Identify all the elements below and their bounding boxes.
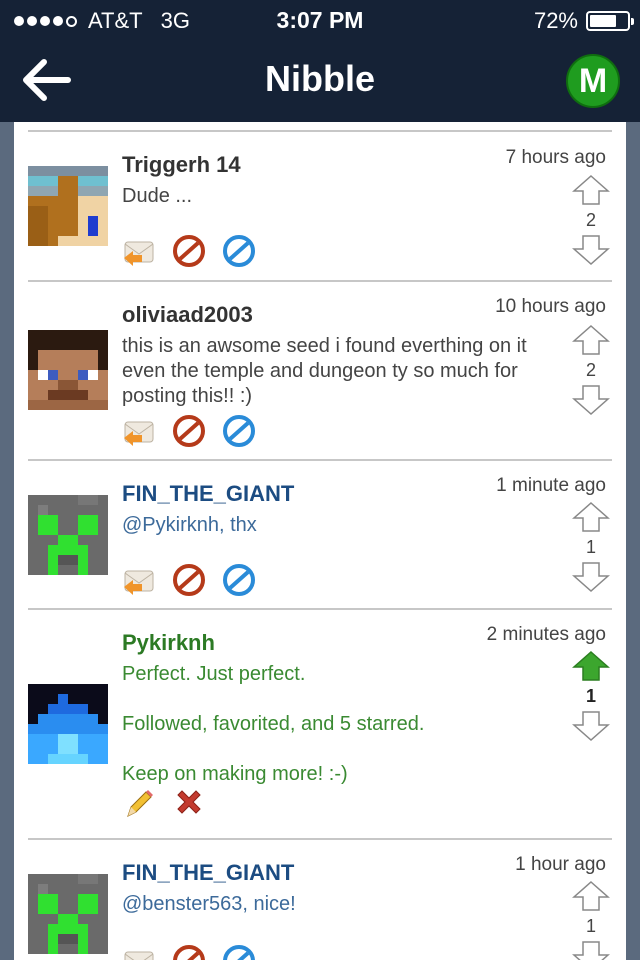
comment-text: Perfect. Just perfect. Followed, favorit…: [122, 663, 425, 785]
comment-username[interactable]: Pykirknh: [122, 630, 215, 656]
block-icon[interactable]: [172, 563, 206, 597]
comment-actions: [122, 234, 272, 268]
vote-count: 1: [585, 537, 596, 557]
comment-actions: [122, 786, 222, 820]
report-icon[interactable]: [222, 944, 256, 960]
comment-timestamp: 7 hours ago: [505, 147, 606, 168]
comment-username[interactable]: oliviaad2003: [122, 302, 253, 328]
vote-control: 2: [570, 174, 612, 266]
block-icon[interactable]: [172, 234, 206, 268]
downvote-arrow-icon[interactable]: [572, 561, 610, 593]
downvote-arrow-icon[interactable]: [572, 384, 610, 416]
comment-username[interactable]: FIN_THE_GIANT: [122, 481, 294, 507]
comment-item: Triggerh 14 7 hours ago Dude ... 2: [14, 132, 626, 282]
comments-list: Triggerh 14 7 hours ago Dude ... 2 olivi…: [14, 122, 626, 960]
comment-username[interactable]: Triggerh 14: [122, 152, 241, 178]
vote-count: 1: [585, 686, 596, 706]
avatar: [28, 166, 108, 246]
page-title: Nibble: [264, 58, 375, 99]
report-icon[interactable]: [222, 414, 256, 448]
comment-item: Pykirknh 2 minutes ago Perfect. Just per…: [14, 610, 626, 838]
report-icon[interactable]: [222, 563, 256, 597]
comment-item: FIN_THE_GIANT 1 hour ago @benster563, ni…: [14, 840, 626, 960]
comment-timestamp: 10 hours ago: [495, 296, 606, 317]
upvote-arrow-icon[interactable]: [572, 324, 610, 356]
upvote-arrow-icon[interactable]: [572, 501, 610, 533]
comment-text: this is an awsome seed i found everthing…: [122, 335, 527, 407]
comment-timestamp: 1 hour ago: [515, 854, 606, 875]
block-icon[interactable]: [172, 944, 206, 960]
reply-icon[interactable]: [122, 944, 156, 960]
vote-control: 2: [570, 324, 612, 416]
comment-text: @benster563, nice!: [122, 893, 296, 915]
top-bar: AT&T 3G 3:07 PM 72% Nibble M: [0, 0, 640, 122]
report-icon[interactable]: [222, 234, 256, 268]
reply-icon[interactable]: [122, 414, 156, 448]
delete-icon[interactable]: [172, 786, 206, 820]
menu-button[interactable]: M: [566, 54, 620, 108]
reply-icon[interactable]: [122, 563, 156, 597]
vote-control: 1: [570, 880, 612, 960]
status-bar: AT&T 3G 3:07 PM 72%: [0, 0, 640, 40]
vote-control: 1: [570, 501, 612, 593]
downvote-arrow-icon[interactable]: [572, 940, 610, 960]
comment-timestamp: 1 minute ago: [496, 475, 606, 496]
vote-count: 2: [585, 210, 596, 230]
vote-count: 1: [585, 916, 596, 936]
comment-actions: [122, 414, 272, 448]
comment-item: FIN_THE_GIANT 1 minute ago @Pykirknh, th…: [14, 461, 626, 609]
vote-control: 1: [570, 650, 612, 742]
comment-actions: [122, 944, 272, 960]
avatar: [28, 874, 108, 954]
comment-text: Dude ...: [122, 185, 193, 207]
block-icon[interactable]: [172, 414, 206, 448]
battery-icon: [586, 11, 634, 31]
nav-bar: Nibble M: [0, 40, 640, 122]
avatar: [28, 684, 108, 764]
upvote-arrow-icon[interactable]: [572, 880, 610, 912]
comment-actions: [122, 563, 272, 597]
comment-text: @Pykirknh, thx: [122, 514, 257, 536]
vote-count: 2: [585, 360, 596, 380]
comment-username[interactable]: FIN_THE_GIANT: [122, 860, 294, 886]
upvote-arrow-icon[interactable]: [572, 174, 610, 206]
downvote-arrow-icon[interactable]: [572, 234, 610, 266]
avatar: [28, 330, 108, 410]
downvote-arrow-icon[interactable]: [572, 710, 610, 742]
comment-item: oliviaad2003 10 hours ago this is an aws…: [14, 282, 626, 460]
edit-icon[interactable]: [122, 786, 156, 820]
battery-percent: 72%: [533, 8, 578, 33]
comment-timestamp: 2 minutes ago: [486, 624, 606, 645]
upvote-arrow-icon[interactable]: [572, 650, 610, 682]
avatar: [28, 495, 108, 575]
reply-icon[interactable]: [122, 234, 156, 268]
